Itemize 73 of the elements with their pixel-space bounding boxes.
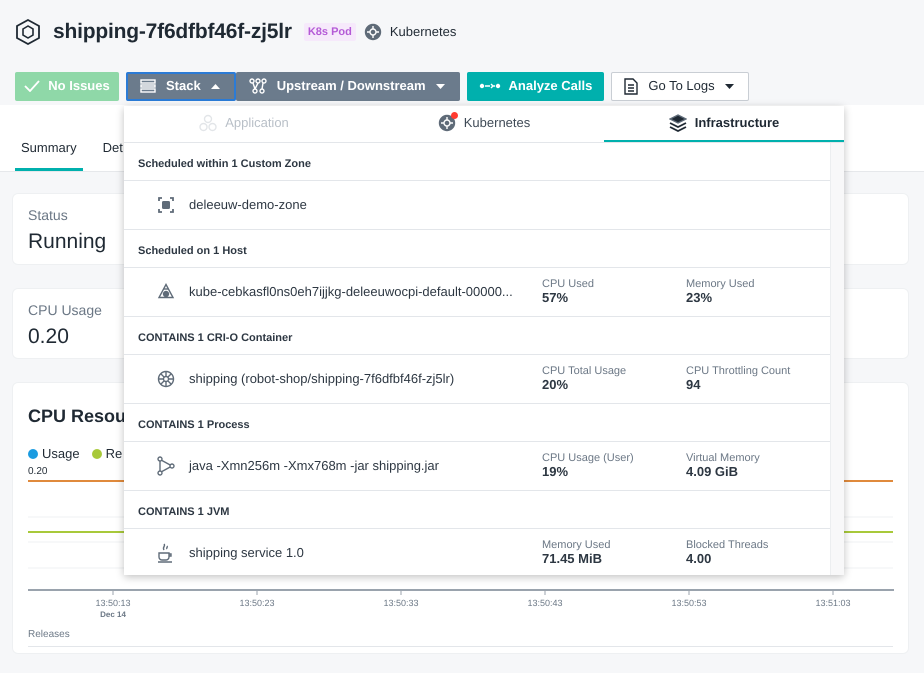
helm-wheel-icon <box>438 114 456 132</box>
caret-down-icon <box>436 84 445 88</box>
stack-icon <box>140 79 156 93</box>
metric-label: CPU Throttling Count <box>686 366 792 378</box>
metric-label: CPU Used <box>542 279 595 291</box>
item-name: shipping service 1.0 <box>189 544 305 562</box>
tick-label: 13:50:53 <box>671 598 707 608</box>
axis-value-label: 0.20 <box>28 464 48 478</box>
metric-label: Blocked Threads <box>686 540 770 552</box>
logs-button[interactable]: Go To Logs <box>611 72 749 100</box>
wheel-icon <box>157 370 175 388</box>
tick-label: 13:50:33 <box>383 598 419 608</box>
host-icon <box>157 283 175 301</box>
section-heading: CONTAINS 1 JVM <box>124 491 830 529</box>
tick-label: 13:51:03 <box>815 598 851 608</box>
hexagon-icon <box>15 18 41 45</box>
metric-value: 94 <box>686 378 702 392</box>
stack-item[interactable]: deleeuw-demo-zone <box>124 181 830 230</box>
menu-tab[interactable]: Kubernetes <box>364 106 604 142</box>
caret-up-icon <box>210 84 220 88</box>
stat-label: Status <box>28 206 68 225</box>
item-name: deleeuw-demo-zone <box>189 196 308 214</box>
section-heading: CONTAINS 1 CRI-O Container <box>124 317 830 355</box>
metric-label: Memory Used <box>542 540 612 552</box>
metric-label: Memory Used <box>686 279 756 291</box>
metric-label: CPU Usage (User) <box>542 453 635 465</box>
process-icon <box>157 456 175 476</box>
metric-value: 71.45 MiB <box>542 552 603 566</box>
stack-item[interactable]: java -Xmn256m -Xmx768m -jar shipping.jar CPU Usage (User) 19% Virtual Memory 4.09 GiB <box>124 442 830 491</box>
metric-value: 4.09 GiB <box>686 464 740 479</box>
stack-item[interactable]: kube-cebkasfl0ns0eh7ijjkg-deleeuwocpi-default-00000... CPU Used 57% Memory Used 23% <box>124 268 830 317</box>
tick-label: 13:50:43 <box>527 598 563 608</box>
metric-label: Virtual Memory <box>686 453 761 465</box>
check-icon <box>24 80 40 92</box>
section-heading: CONTAINS 1 Process <box>124 404 830 442</box>
type-tag: K8s Pod <box>304 22 356 41</box>
tick-label: 13:50:13 <box>95 598 131 608</box>
section-heading: Scheduled on 1 Host <box>124 230 830 268</box>
tick-date: Dec 14 <box>100 610 126 618</box>
legend-label: Re <box>106 445 122 463</box>
layers-icon <box>668 114 687 132</box>
page-title: shipping-7f6dfbf46f-zj5lr <box>53 19 292 45</box>
metric-value: 19% <box>542 464 570 479</box>
stat-value: Running <box>28 229 106 255</box>
stack-item[interactable]: shipping (robot-shop/shipping-7f6dfbf46f-zj5lr) CPU Total Usage 20% CPU Throttling Count 94 <box>124 355 830 404</box>
stat-label: CPU Usage <box>28 300 102 320</box>
document-icon <box>624 78 638 94</box>
releases-label: Releases <box>28 626 893 646</box>
section-heading: Scheduled within 1 Custom Zone <box>124 143 830 181</box>
menu-tab[interactable]: Infrastructure <box>604 106 844 142</box>
chart-title: CPU Resou <box>28 405 126 428</box>
stat-value: 0.20 <box>28 324 69 350</box>
metric-label: CPU Total Usage <box>542 366 628 378</box>
zone-icon <box>157 196 175 214</box>
metric-value: 4.00 <box>686 552 712 566</box>
legend-label: Usage <box>42 445 80 463</box>
network-icon <box>248 78 267 94</box>
item-name: java -Xmn256m -Xmx768m -jar shipping.jar <box>189 457 440 476</box>
platform-label: Kubernetes <box>390 23 456 41</box>
cubes-icon <box>199 114 218 132</box>
caret-down-icon <box>724 84 734 88</box>
helm-wheel-icon <box>364 22 382 41</box>
item-name: shipping (robot-shop/shipping-7f6dfbf46f-zj5lr) <box>189 370 456 388</box>
flow-icon <box>478 82 501 90</box>
item-name: kube-cebkasfl0ns0eh7ijjkg-deleeuwocpi-default-00000... <box>189 283 514 302</box>
metric-value: 57% <box>542 290 570 305</box>
metric-value: 23% <box>686 290 714 305</box>
tick-label: 13:50:23 <box>239 598 275 608</box>
metric-value: 20% <box>542 378 570 392</box>
coffee-cup-icon <box>157 543 173 563</box>
page-tab[interactable]: Summary <box>15 136 83 171</box>
menu-button[interactable]: Stack <box>126 72 236 100</box>
menu-button[interactable]: Upstream / Downstream <box>236 72 460 100</box>
